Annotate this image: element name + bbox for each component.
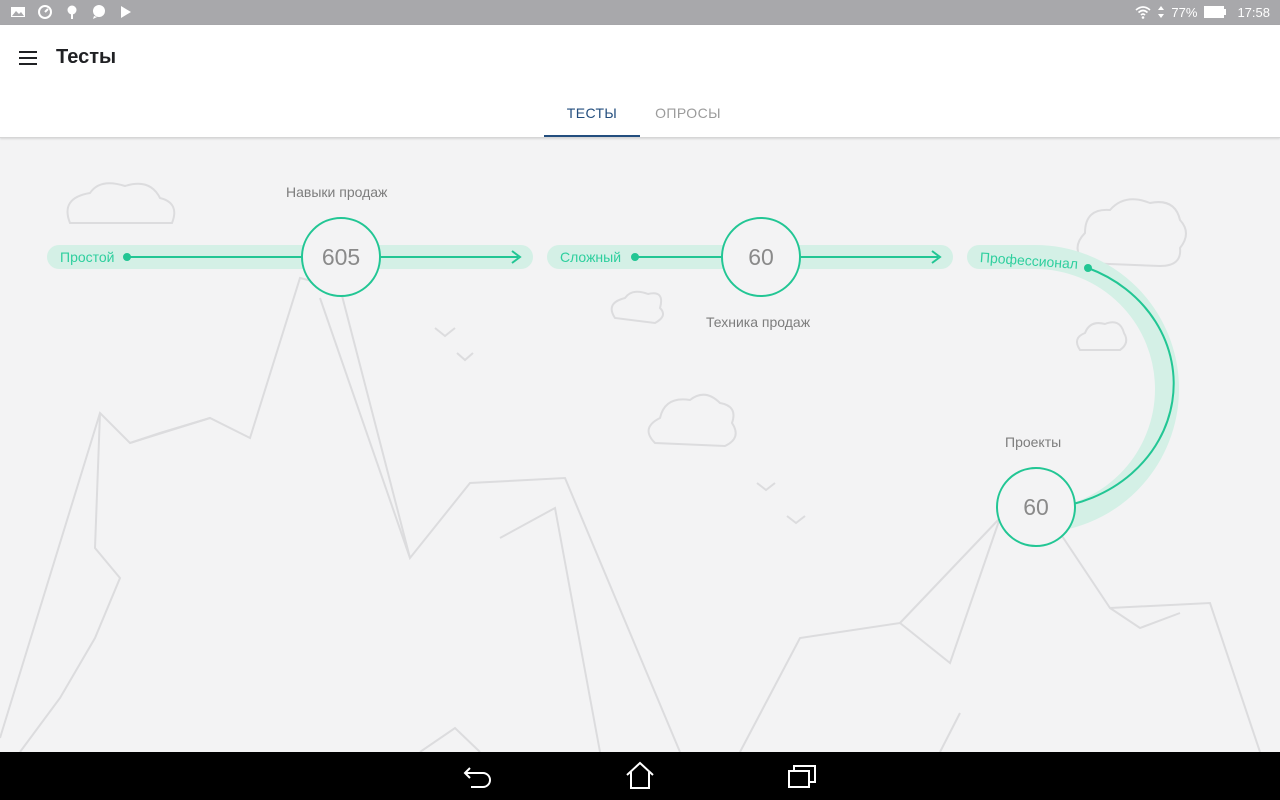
category-node-projects[interactable]: 60 (996, 467, 1076, 547)
category-node-sales-skills[interactable]: 605 (301, 217, 381, 297)
speed-gauge-icon (38, 5, 52, 19)
level-map: Простой Сложный Профессионал Навыки прод… (0, 138, 1280, 752)
category-title-sales-skills: Навыки продаж (286, 184, 388, 200)
page-title: Тесты (56, 46, 117, 68)
back-icon[interactable] (461, 760, 495, 792)
chat-icon (93, 5, 105, 19)
battery-percent: 77% (1171, 4, 1198, 20)
status-system-icons: 77% 17:58 (1135, 4, 1270, 20)
android-icon (67, 5, 77, 19)
level-hard-label[interactable]: Сложный (560, 249, 621, 265)
clock: 17:58 (1237, 4, 1270, 20)
home-icon[interactable] (623, 760, 657, 792)
category-node-sales-technique[interactable]: 60 (721, 217, 801, 297)
battery-icon (1204, 6, 1227, 18)
play-store-icon (121, 6, 131, 18)
category-title-projects: Проекты (1005, 434, 1062, 450)
background-illustration (0, 182, 1261, 752)
menu-icon[interactable] (14, 45, 42, 71)
category-title-sales-technique: Техника продаж (706, 314, 811, 330)
tab-tests[interactable]: ТЕСТЫ (544, 95, 640, 137)
tab-surveys[interactable]: ОПРОСЫ (640, 95, 736, 137)
level-simple-label[interactable]: Простой (60, 249, 115, 265)
status-notification-icons (10, 4, 134, 20)
status-bar: 77% 17:58 (0, 0, 1280, 25)
system-navigation-bar (0, 752, 1280, 800)
wifi-icon (1135, 6, 1151, 19)
app-bar: Тесты ТЕСТЫ ОПРОСЫ (0, 25, 1280, 138)
tab-bar: ТЕСТЫ ОПРОСЫ (544, 95, 736, 137)
gallery-icon (11, 7, 25, 17)
recent-apps-icon[interactable] (785, 760, 819, 792)
data-transfer-icon (1158, 6, 1165, 18)
